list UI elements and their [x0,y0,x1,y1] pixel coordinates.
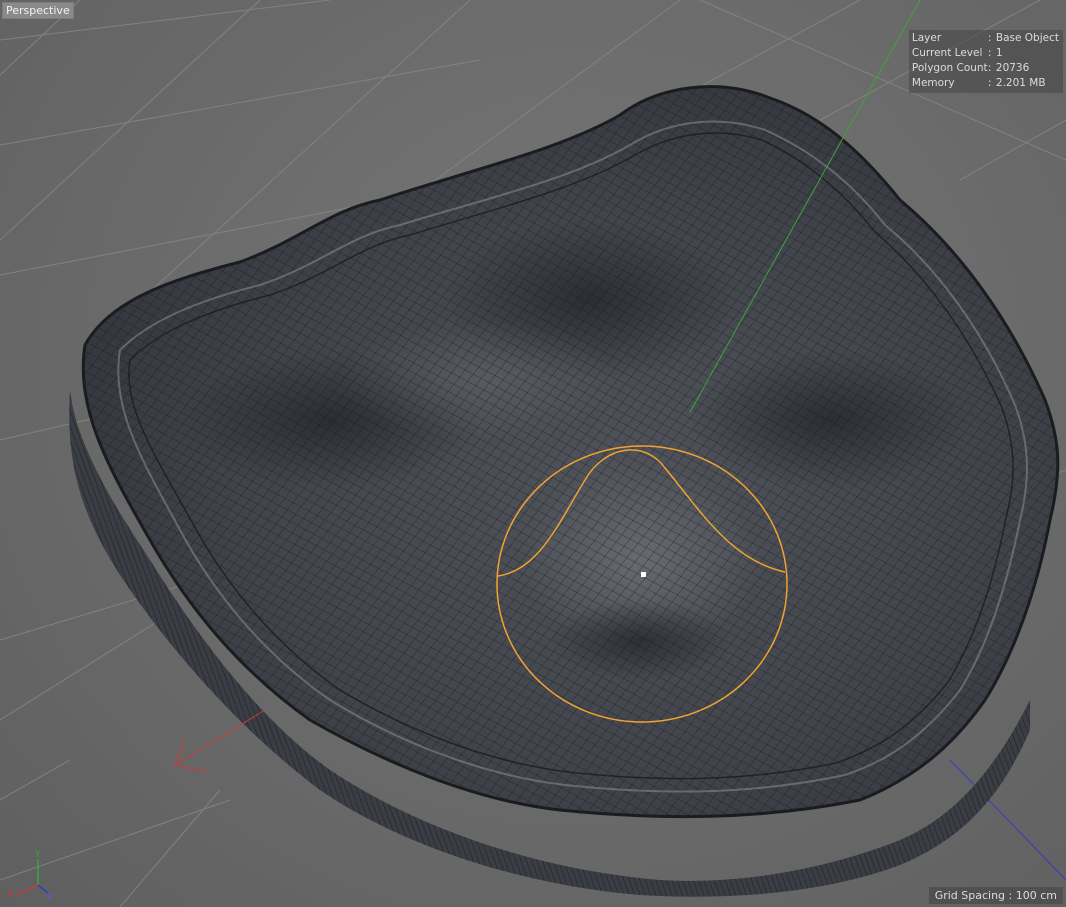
hud-separator: : [987,77,992,89]
hud-row-current-level: Current Level : 1 [912,46,1059,61]
hud-row-memory: Memory : 2.201 MB [912,76,1059,91]
sculpt-mesh[interactable] [0,0,1066,907]
hud-row-layer: Layer : Base Object [912,31,1059,46]
hud-separator: : [987,47,992,59]
viewport-perspective[interactable]: Perspective Layer : Base Object Current … [0,0,1066,907]
brush-center-point [641,572,646,577]
hud-overlay: Layer : Base Object Current Level : 1 Po… [908,30,1063,93]
gizmo-y-label: Y [34,850,41,860]
hud-row-polygon-count: Polygon Count : 20736 [912,61,1059,76]
hud-key: Polygon Count [911,62,988,74]
gizmo-x-label: X [7,890,13,899]
scene-canvas[interactable] [0,0,1066,907]
axis-gizmo: Y X Z [7,850,53,899]
hud-value: 2.201 MB [995,77,1046,89]
grid-spacing-readout: Grid Spacing : 100 cm [928,887,1063,904]
hud-separator: : [987,32,992,44]
gizmo-z-label: Z [47,892,53,899]
gizmo-x-axis [15,884,39,896]
hud-value: 1 [995,47,1003,59]
viewport-title[interactable]: Perspective [2,2,74,19]
hud-key: Current Level [911,47,983,59]
hud-value: Base Object [995,32,1059,44]
hud-value: 20736 [995,62,1030,74]
hud-key: Layer [911,32,942,44]
hud-separator: : [987,62,992,74]
hud-key: Memory [911,77,955,89]
